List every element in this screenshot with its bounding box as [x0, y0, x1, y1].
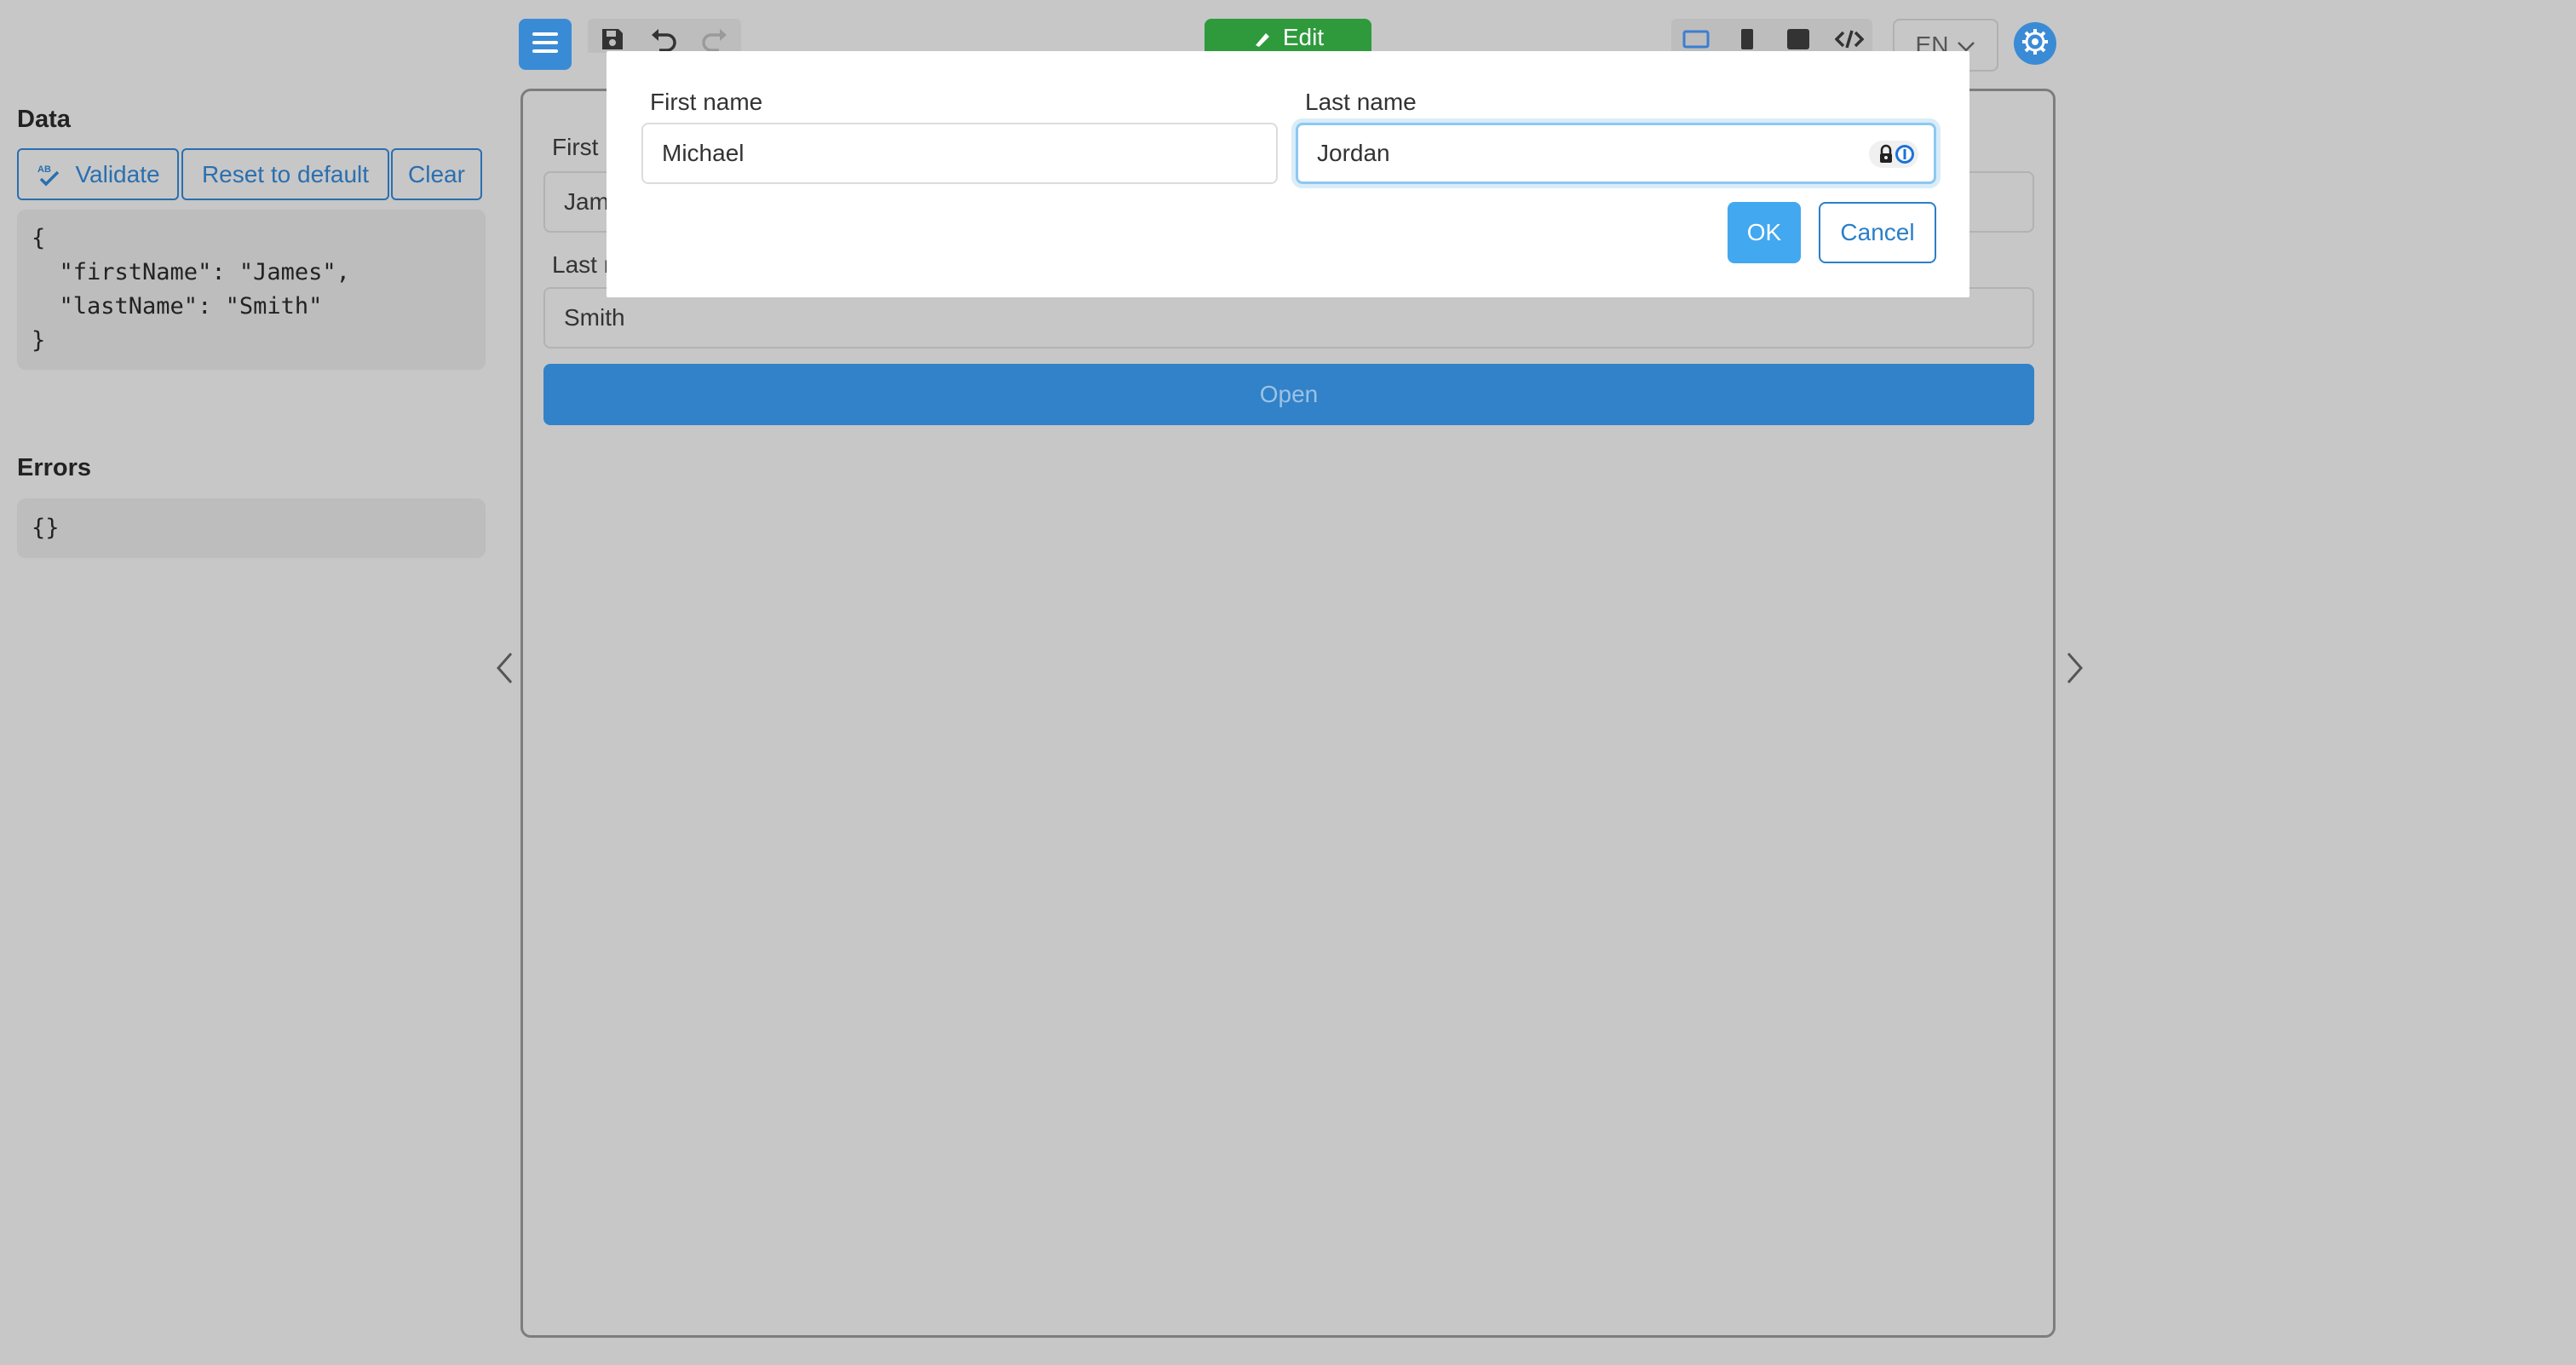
errors-panel-title: Errors — [17, 454, 92, 481]
password-manager-icon[interactable] — [1869, 141, 1918, 168]
modal-last-name-value: Jordan — [1317, 140, 1390, 166]
svg-text:AB: AB — [37, 164, 51, 175]
cancel-label: Cancel — [1840, 219, 1915, 245]
edit-name-dialog: First name Michael Last name Jordan OK C… — [607, 51, 1969, 297]
errors-json-view: {} — [17, 498, 486, 558]
gear-icon — [2020, 26, 2050, 61]
clear-button[interactable]: Clear — [391, 148, 482, 200]
hamburger-menu-icon — [532, 32, 558, 58]
reset-label: Reset to default — [201, 160, 370, 187]
json-line: { — [32, 225, 46, 251]
last-name-label: Last r — [552, 251, 612, 278]
menu-button[interactable] — [519, 19, 572, 70]
next-page-button[interactable] — [2058, 648, 2092, 692]
previous-page-button[interactable] — [487, 648, 521, 692]
first-name-value: Jam — [564, 188, 609, 215]
modal-first-name-input[interactable]: Michael — [641, 123, 1278, 184]
modal-last-name-label: Last name — [1305, 89, 1417, 115]
validate-label: Validate — [75, 160, 160, 187]
open-label: Open — [1259, 381, 1319, 407]
edit-label: Edit — [1282, 24, 1325, 50]
chevron-left-icon — [495, 651, 514, 689]
errors-value: {} — [32, 515, 60, 541]
json-line: "lastName": "Smith" — [32, 293, 323, 320]
chevron-right-icon — [2066, 651, 2084, 689]
ok-label: OK — [1746, 219, 1782, 245]
edit-button[interactable]: Edit — [1205, 19, 1371, 53]
data-json-view: { "firstName": "James", "lastName": "Smi… — [17, 210, 486, 370]
modal-first-name-value: Michael — [662, 140, 745, 166]
json-line: } — [32, 327, 46, 354]
modal-last-name-input[interactable]: Jordan — [1296, 123, 1936, 184]
open-button[interactable]: Open — [543, 364, 2034, 425]
settings-button[interactable] — [2014, 22, 2056, 65]
tablet-icon — [1786, 28, 1810, 55]
validate-button[interactable]: AB Validate — [17, 148, 179, 200]
brush-icon — [1252, 26, 1273, 53]
last-name-value: Smith — [564, 304, 625, 331]
clear-label: Clear — [408, 160, 465, 187]
ok-button[interactable]: OK — [1728, 202, 1801, 263]
data-panel-title: Data — [17, 106, 71, 133]
cancel-button[interactable]: Cancel — [1819, 202, 1936, 263]
code-icon — [1834, 29, 1865, 54]
reset-to-default-button[interactable]: Reset to default — [181, 148, 389, 200]
spellcheck-icon: AB — [36, 162, 61, 187]
desktop-icon — [1682, 29, 1710, 54]
phone-icon — [1739, 28, 1755, 55]
first-name-label: First — [552, 134, 599, 160]
modal-first-name-label: First name — [650, 89, 763, 115]
json-line: "firstName": "James", — [32, 259, 350, 285]
